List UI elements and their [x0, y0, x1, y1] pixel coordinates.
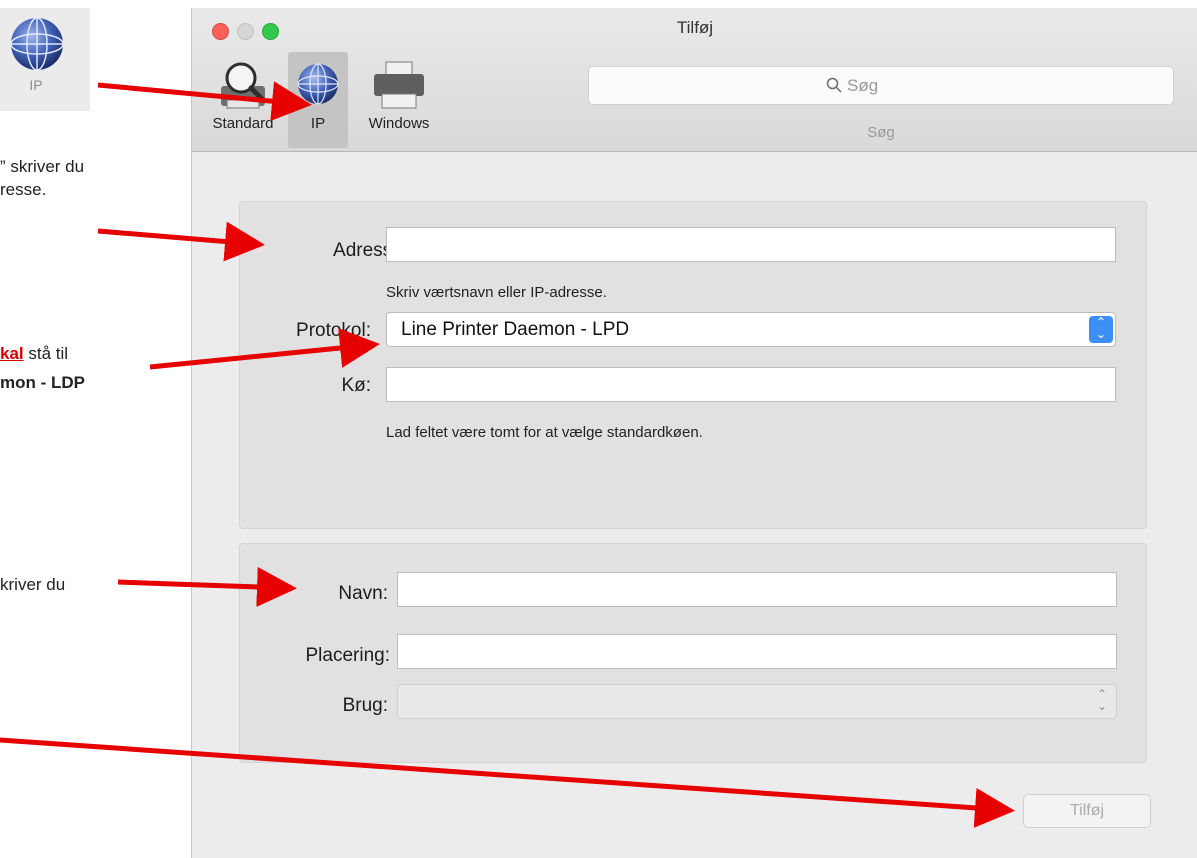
ip-icon-callout: IP — [0, 8, 90, 111]
note-protocol-line2-text: mon - LDP — [0, 373, 85, 392]
ip-callout-label: IP — [29, 77, 43, 93]
name-label: Navn: — [338, 583, 388, 604]
toolbar-windows-label: Windows — [368, 115, 430, 132]
toolbar-standard-label: Standard — [212, 115, 274, 132]
use-label: Brug: — [342, 695, 388, 716]
toolbar-standard[interactable]: Standard — [202, 52, 284, 148]
note-address-line1: ” skriver du — [0, 157, 85, 176]
protocol-value: Line Printer Daemon - LPD — [401, 319, 630, 340]
note-protocol-line1: kal stå til — [0, 344, 68, 364]
window-title: Tilføj — [676, 18, 714, 37]
location-label: Placering: — [305, 645, 391, 666]
printer-icon — [374, 61, 424, 109]
note-protocol-line2: mon - LDP — [0, 373, 85, 393]
search-input[interactable]: Søg — [588, 66, 1174, 105]
add-button[interactable]: Tilføj — [1023, 794, 1151, 828]
globe-icon — [297, 63, 339, 105]
toolbar-ip-label: IP — [310, 115, 326, 132]
search-icon — [826, 77, 842, 93]
globe-icon — [10, 17, 64, 71]
chevron-updown-icon: ⌃ ⌄ — [1096, 687, 1108, 713]
address-label: Adresse: — [333, 240, 408, 261]
queue-hint: Lad feltet være tomt for at vælge standa… — [386, 424, 703, 441]
queue-label: Kø: — [341, 375, 371, 396]
protocol-label: Protokol: — [296, 320, 371, 341]
address-hint: Skriv værtsnavn eller IP-adresse. — [386, 284, 607, 301]
protocol-select[interactable]: Line Printer Daemon - LPD ⌃ ⌄ — [386, 312, 1116, 347]
note-address-line2: resse. — [0, 180, 47, 199]
note-protocol-rest: stå til — [23, 344, 69, 363]
search-placeholder: Søg — [847, 76, 879, 95]
titlebar: Tilføj Standard IP Windows Søg Søg — [192, 8, 1197, 152]
chevron-updown-icon: ⌃ ⌄ — [1089, 316, 1113, 343]
queue-field[interactable] — [386, 367, 1116, 402]
magnifier-printer-icon — [221, 62, 266, 109]
printer-details-panel: Navn: Placering: Brug: ⌃ ⌄ — [239, 543, 1147, 763]
toolbar-windows[interactable]: Windows — [358, 52, 440, 148]
location-field[interactable] — [397, 634, 1117, 669]
note-name-line: kriver du — [0, 575, 66, 594]
toolbar-ip[interactable]: IP — [288, 52, 348, 148]
add-printer-window: Tilføj Standard IP Windows Søg Søg Adres… — [191, 8, 1197, 858]
connection-panel: Adresse: Skriv værtsnavn eller IP-adress… — [239, 201, 1147, 529]
use-select[interactable]: ⌃ ⌄ — [397, 684, 1117, 719]
search-caption: Søg — [867, 124, 895, 141]
note-protocol-emphasis: kal — [0, 344, 24, 363]
address-field[interactable] — [386, 227, 1116, 262]
name-field[interactable] — [397, 572, 1117, 607]
